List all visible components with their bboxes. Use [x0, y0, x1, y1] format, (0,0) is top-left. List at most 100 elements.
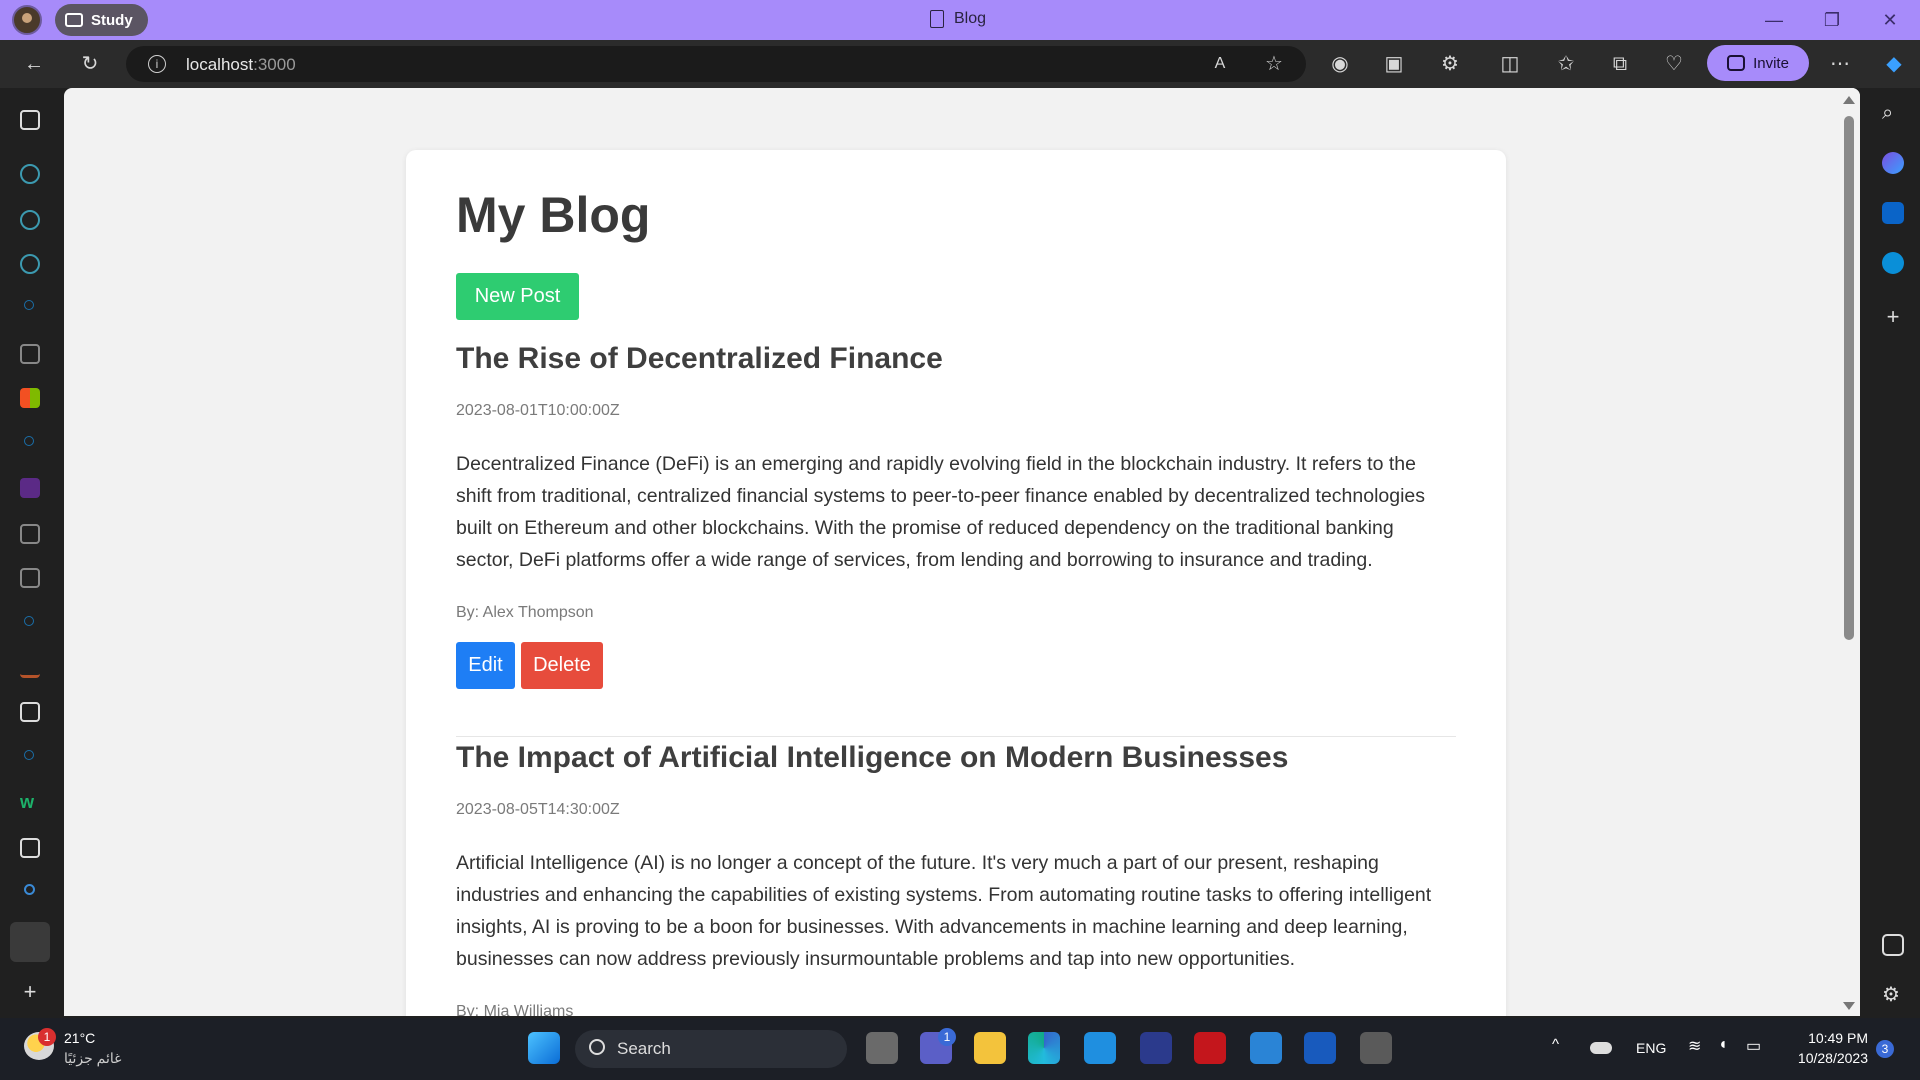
workspace-label: Study: [91, 11, 133, 29]
copilot-icon[interactable]: ◆: [1880, 50, 1908, 78]
clock-date[interactable]: 10/28/2023: [1788, 1050, 1868, 1066]
workspace-icon: [65, 13, 83, 27]
tab-bootstrap-icon[interactable]: [20, 478, 40, 498]
tab-active-blog[interactable]: [10, 922, 50, 962]
language-indicator[interactable]: ENG: [1636, 1040, 1666, 1056]
tab-actions-icon[interactable]: [20, 110, 40, 130]
post-author: By: Alex Thompson: [456, 604, 594, 621]
calculator-icon[interactable]: [1360, 1032, 1392, 1064]
file-explorer-icon[interactable]: [974, 1032, 1006, 1064]
weather-temp[interactable]: 21°C: [64, 1030, 95, 1046]
people-icon: [1727, 55, 1746, 71]
task-view-icon[interactable]: [866, 1032, 898, 1064]
back-icon[interactable]: ←: [20, 50, 48, 78]
tab-search-icon[interactable]: [24, 616, 34, 626]
site-info-icon[interactable]: i: [148, 55, 166, 73]
profile-avatar[interactable]: [12, 5, 42, 35]
weather-desc: غائم جزئيًا: [64, 1050, 122, 1066]
favorites-icon[interactable]: ✩: [1552, 50, 1580, 78]
volume-icon[interactable]: ◖: [1718, 1036, 1728, 1054]
new-post-button[interactable]: New Post: [456, 273, 579, 320]
tab-search-icon[interactable]: [24, 300, 34, 310]
start-icon[interactable]: [528, 1032, 560, 1064]
post-date: 2023-08-05T14:30:00Z: [456, 801, 620, 818]
favorite-star-icon[interactable]: ☆: [1260, 50, 1288, 78]
scroll-thumb[interactable]: [1844, 116, 1854, 640]
b-extension-icon[interactable]: ▣: [1380, 50, 1408, 78]
restore-button[interactable]: ❐: [1812, 6, 1852, 34]
vscode-icon[interactable]: [1084, 1032, 1116, 1064]
refresh-icon[interactable]: ↻: [76, 50, 104, 78]
close-window-button[interactable]: ✕: [1870, 6, 1910, 34]
read-aloud-icon[interactable]: A: [1206, 50, 1234, 78]
address-url: localhost:3000: [186, 55, 296, 75]
tab-microsoft-icon[interactable]: [20, 388, 40, 408]
clock-time[interactable]: 10:49 PM: [1788, 1030, 1868, 1046]
page-scrollbar[interactable]: [1838, 88, 1860, 1016]
more-options-icon[interactable]: ⋯: [1826, 50, 1854, 78]
tab-document-icon[interactable]: [20, 702, 40, 722]
edge-browser-icon[interactable]: [1028, 1032, 1060, 1064]
mcafee-icon[interactable]: [1194, 1032, 1226, 1064]
app-icon[interactable]: [1140, 1032, 1172, 1064]
post-actions: Edit Delete: [456, 642, 1456, 689]
tab-search-icon[interactable]: [24, 436, 34, 446]
browser-essentials-icon[interactable]: ♡: [1660, 50, 1688, 78]
invite-label: Invite: [1753, 54, 1789, 72]
scroll-down-arrow[interactable]: [1843, 1002, 1855, 1010]
tab-search-icon[interactable]: [24, 750, 34, 760]
post-title[interactable]: The Rise of Decentralized Finance: [456, 342, 1456, 376]
copilot-sidebar-icon[interactable]: [1882, 152, 1904, 174]
invite-button[interactable]: Invite: [1707, 45, 1809, 81]
onedrive-icon[interactable]: [1590, 1042, 1612, 1054]
post-body: Decentralized Finance (DeFi) is an emerg…: [456, 453, 1426, 571]
web-viewport: My Blog New Post The Rise of Decentraliz…: [64, 88, 1860, 1016]
skype-icon[interactable]: [1882, 252, 1904, 274]
tab-chatgpt-icon[interactable]: [20, 254, 40, 274]
tab-document-icon[interactable]: [20, 838, 40, 858]
outlook-icon[interactable]: [1882, 202, 1904, 224]
search-label: Search: [617, 1039, 671, 1058]
notification-count[interactable]: 3: [1876, 1040, 1894, 1058]
minimize-button[interactable]: —: [1754, 6, 1794, 34]
post-item: The Impact of Artificial Intelligence on…: [456, 741, 1456, 1016]
address-bar[interactable]: i localhost:3000 A ☆: [126, 46, 1306, 82]
scroll-up-arrow[interactable]: [1843, 96, 1855, 104]
document-icon: [930, 10, 944, 28]
add-sidebar-app-icon[interactable]: +: [1882, 306, 1904, 328]
workspace-button[interactable]: Study: [55, 4, 148, 36]
photos-icon[interactable]: [1250, 1032, 1282, 1064]
tab-stack-icon[interactable]: [20, 658, 40, 678]
grammarly-extension-icon[interactable]: ◉: [1326, 50, 1354, 78]
tab-chatgpt-icon[interactable]: [20, 210, 40, 230]
settings-gear-icon[interactable]: ⚙: [1882, 982, 1904, 1006]
tab-wix-icon[interactable]: w: [20, 792, 40, 812]
battery-icon[interactable]: ▭: [1746, 1036, 1761, 1056]
tab-calendar-icon[interactable]: [20, 568, 40, 588]
blog-container: My Blog New Post The Rise of Decentraliz…: [406, 150, 1506, 1016]
post-item: The Rise of Decentralized Finance 2023-0…: [456, 342, 1456, 689]
tab-chatgpt-icon[interactable]: [20, 164, 40, 184]
wifi-icon[interactable]: ≋: [1688, 1036, 1701, 1056]
tab-calendar-icon[interactable]: [20, 524, 40, 544]
extensions-icon[interactable]: ⚙: [1436, 50, 1464, 78]
split-screen-icon[interactable]: ◫: [1496, 50, 1524, 78]
edit-button[interactable]: Edit: [456, 642, 515, 689]
show-hidden-icons[interactable]: ^: [1552, 1036, 1559, 1053]
post-body: Artificial Intelligence (AI) is no longe…: [456, 852, 1432, 970]
delete-button[interactable]: Delete: [521, 642, 603, 689]
post-title[interactable]: The Impact of Artificial Intelligence on…: [456, 741, 1456, 775]
url-port: :3000: [253, 55, 296, 74]
new-tab-icon[interactable]: +: [20, 981, 40, 1003]
hide-sidebar-icon[interactable]: [1882, 934, 1904, 956]
collections-icon[interactable]: ⧉: [1606, 50, 1634, 78]
word-icon[interactable]: [1304, 1032, 1336, 1064]
tab-search-icon[interactable]: [24, 884, 35, 895]
active-tab[interactable]: Blog: [930, 10, 986, 28]
search-icon[interactable]: ⌕: [1882, 102, 1904, 124]
teams-badge: 1: [938, 1028, 956, 1046]
windows-taskbar: 1 21°C غائم جزئيًا Search 1 ^ ENG ≋ ◖ ▭ …: [0, 1018, 1920, 1080]
taskbar-search[interactable]: Search: [575, 1030, 847, 1068]
tab-calendar-icon[interactable]: [20, 344, 40, 364]
post-divider: [456, 736, 1456, 737]
